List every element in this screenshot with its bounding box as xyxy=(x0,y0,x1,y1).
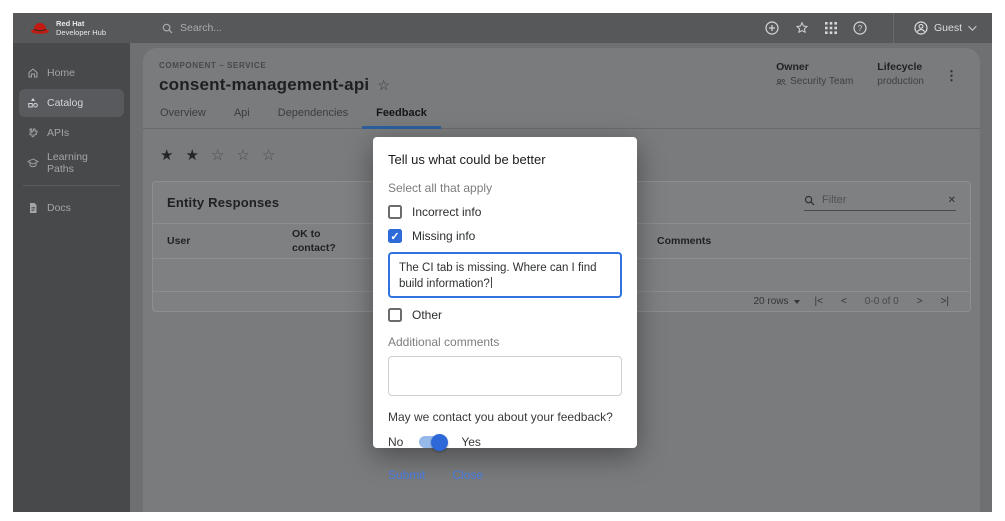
toggle-off-label: No xyxy=(388,435,403,449)
favorite-star-icon[interactable]: ☆ xyxy=(377,77,390,94)
next-page-button[interactable]: > xyxy=(908,296,932,307)
checkbox-checked-icon[interactable]: ✓ xyxy=(388,229,402,243)
tab-dependencies[interactable]: Dependencies xyxy=(264,107,362,128)
header-divider xyxy=(893,13,894,43)
sidebar-item-docs[interactable]: Docs xyxy=(19,194,124,222)
first-page-button[interactable]: |< xyxy=(806,296,832,307)
card-title: Entity Responses xyxy=(167,195,279,210)
page-title: consent-management-api xyxy=(159,75,369,95)
owner-label: Owner xyxy=(776,61,853,73)
sidebar-item-apis[interactable]: APIs xyxy=(19,119,124,147)
lifecycle-label: Lifecycle xyxy=(877,61,924,73)
toggle-thumb[interactable] xyxy=(431,434,448,451)
kebab-menu-icon[interactable]: ⋮ xyxy=(945,68,958,84)
svg-text:?: ? xyxy=(858,24,863,33)
rating-star-icon[interactable]: ★ xyxy=(160,146,173,164)
search-icon xyxy=(162,23,173,34)
additional-comments-textarea[interactable] xyxy=(388,356,622,396)
additional-comments-label: Additional comments xyxy=(388,335,622,349)
rating-star-icon[interactable]: ☆ xyxy=(262,146,275,164)
catalog-icon xyxy=(27,97,39,109)
docs-icon xyxy=(27,202,39,214)
sidebar-item-catalog[interactable]: Catalog xyxy=(19,89,124,117)
contact-toggle[interactable] xyxy=(419,436,445,448)
owner-value[interactable]: Security Team xyxy=(776,76,853,87)
global-search-input[interactable]: Search... xyxy=(162,22,222,34)
top-header-bar: Red Hat Developer Hub Search... xyxy=(13,13,992,43)
lifecycle-value: production xyxy=(877,76,924,87)
checkbox-unchecked-icon[interactable] xyxy=(388,308,402,322)
column-comments[interactable]: Comments xyxy=(657,235,956,247)
caret-down-icon xyxy=(794,300,800,304)
chevron-down-icon xyxy=(968,22,976,30)
brand-logo[interactable]: Red Hat Developer Hub xyxy=(13,19,122,38)
dialog-title: Tell us what could be better xyxy=(388,152,622,167)
sidebar-item-home[interactable]: Home xyxy=(19,59,124,87)
rows-per-page-select[interactable]: 20 rows xyxy=(754,296,806,307)
rating-star-icon[interactable]: ☆ xyxy=(236,146,249,164)
home-icon xyxy=(27,67,39,79)
text-cursor xyxy=(491,277,492,288)
prev-page-button[interactable]: < xyxy=(832,296,856,307)
sidebar-item-learning-paths[interactable]: Learning Paths xyxy=(19,149,124,177)
search-placeholder: Search... xyxy=(180,22,222,34)
filter-search-icon xyxy=(804,195,815,206)
filter-placeholder: Filter xyxy=(822,194,941,206)
tab-overview[interactable]: Overview xyxy=(146,107,220,128)
tab-api[interactable]: Api xyxy=(220,107,264,128)
column-user[interactable]: User xyxy=(167,235,292,247)
toggle-on-label: Yes xyxy=(461,435,481,449)
tab-feedback[interactable]: Feedback xyxy=(362,107,441,128)
user-label: Guest xyxy=(934,22,962,34)
learning-paths-icon xyxy=(27,157,39,169)
filter-clear-icon[interactable]: ✕ xyxy=(948,195,956,206)
add-circle-icon[interactable] xyxy=(765,21,779,35)
contact-question: May we contact you about your feedback? xyxy=(388,410,622,424)
checkbox-missing-info[interactable]: ✓ Missing info xyxy=(388,229,622,243)
rating-star-icon[interactable]: ★ xyxy=(185,146,198,164)
user-avatar-icon xyxy=(914,21,928,35)
owner-block: Owner Security Team xyxy=(776,61,853,87)
brand-text: Red Hat Developer Hub xyxy=(56,19,106,38)
missing-info-textarea[interactable]: The CI tab is missing. Where can I find … xyxy=(388,252,622,298)
sidebar-divider xyxy=(23,185,120,186)
redhat-fedora-icon xyxy=(30,21,50,35)
star-outline-icon[interactable] xyxy=(795,21,809,35)
checkbox-other[interactable]: Other xyxy=(388,308,622,322)
help-icon[interactable]: ? xyxy=(853,21,867,35)
page-range-label: 0-0 of 0 xyxy=(856,296,908,307)
lifecycle-block: Lifecycle production xyxy=(877,61,924,87)
group-icon xyxy=(776,78,786,86)
last-page-button[interactable]: >| xyxy=(932,296,958,307)
dialog-subtitle: Select all that apply xyxy=(388,181,622,195)
submit-button[interactable]: Submit xyxy=(388,468,425,482)
sidebar-nav: Home Catalog APIs Learning Paths Docs xyxy=(13,43,130,512)
user-menu[interactable]: Guest xyxy=(914,21,992,35)
checkbox-incorrect-info[interactable]: Incorrect info xyxy=(388,205,622,219)
apps-grid-icon[interactable] xyxy=(825,22,837,34)
checkbox-unchecked-icon[interactable] xyxy=(388,205,402,219)
rating-star-icon[interactable]: ☆ xyxy=(211,146,224,164)
api-icon xyxy=(27,127,39,139)
filter-input[interactable]: Filter ✕ xyxy=(804,194,956,211)
close-button[interactable]: Close xyxy=(452,468,483,482)
feedback-dialog: Tell us what could be better Select all … xyxy=(373,137,637,448)
entity-tabs: Overview Api Dependencies Feedback xyxy=(143,107,980,129)
